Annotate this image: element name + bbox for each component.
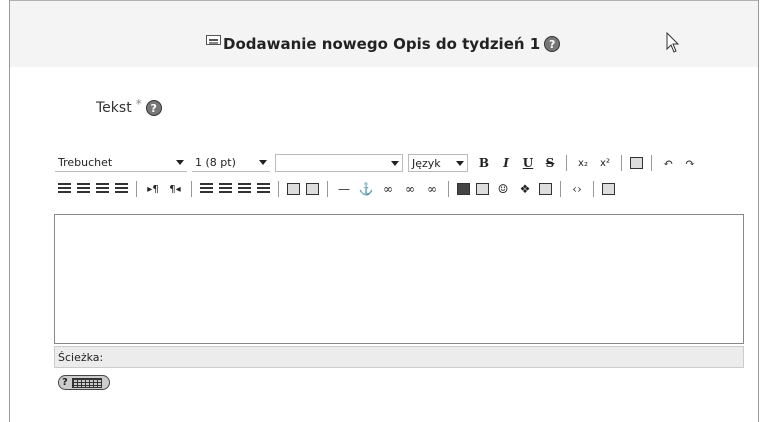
toolbar-separator	[448, 181, 449, 197]
font-family-value: Trebuchet	[58, 156, 113, 169]
toolbar-separator	[651, 155, 652, 171]
bg-color-icon[interactable]	[306, 183, 319, 195]
align-center-icon[interactable]	[77, 183, 90, 195]
chevron-down-icon	[391, 160, 399, 166]
toolbar-separator	[560, 181, 561, 197]
form-title-text: Dodawanie nowego Opis do tydzień 1	[223, 35, 541, 53]
superscript-button[interactable]: x²	[596, 153, 614, 173]
mouse-cursor-icon	[666, 32, 680, 53]
outdent-icon[interactable]	[238, 183, 251, 195]
image-icon[interactable]	[457, 183, 470, 195]
frame-right-border	[758, 0, 759, 422]
path-status-bar: Ścieżka:	[54, 346, 744, 368]
html-icon[interactable]: ‹›	[568, 179, 586, 199]
text-field-label: Tekst * ?	[96, 97, 162, 116]
undo-icon[interactable]: ↶	[659, 153, 677, 173]
subscript-button[interactable]: x₂	[574, 153, 592, 173]
bold-button[interactable]: B	[475, 153, 493, 173]
editor-toolbar-row-2: ▸¶ ¶◂ — ⚓ ∞ ∞ ∞ ☺ ❖ ‹›	[55, 176, 747, 202]
description-icon	[206, 35, 221, 45]
smiley-icon[interactable]: ☺	[494, 179, 512, 199]
keyboard-help-symbol: ?	[62, 377, 68, 388]
toolbar-separator	[327, 181, 328, 197]
justify-icon[interactable]	[115, 183, 128, 195]
indent-icon[interactable]	[257, 183, 270, 195]
font-size-value: 1 (8 pt)	[195, 156, 236, 169]
ltr-icon[interactable]: ▸¶	[144, 179, 162, 199]
align-left-icon[interactable]	[58, 183, 71, 195]
strikethrough-button[interactable]: S	[541, 153, 559, 173]
toolbar-separator	[593, 181, 594, 197]
italic-button[interactable]: I	[497, 153, 515, 173]
paste-word-icon[interactable]	[630, 157, 643, 169]
anchor-icon[interactable]: ⚓	[357, 179, 375, 199]
unlink-icon[interactable]: ∞	[401, 179, 419, 199]
hr-icon[interactable]: —	[335, 179, 353, 199]
field-help-icon[interactable]: ?	[145, 100, 162, 116]
underline-button[interactable]: U	[519, 153, 537, 173]
link-icon[interactable]: ∞	[379, 179, 397, 199]
editor-text-area[interactable]	[54, 214, 744, 344]
toolbar-separator	[191, 181, 192, 197]
keyboard-icon	[71, 377, 102, 388]
fullscreen-icon[interactable]	[602, 183, 615, 195]
header-band	[10, 1, 758, 67]
style-select[interactable]	[275, 154, 403, 172]
numbered-list-icon[interactable]	[200, 183, 213, 195]
rtl-icon[interactable]: ¶◂	[166, 179, 184, 199]
table-icon[interactable]	[476, 183, 489, 195]
align-right-icon[interactable]	[96, 183, 109, 195]
editor-toolbar-row-1: Trebuchet 1 (8 pt) Język B I U S x₂ x² ↶…	[55, 150, 747, 176]
chevron-down-icon	[259, 160, 267, 165]
emoticon-icon[interactable]: ❖	[516, 179, 534, 199]
help-icon[interactable]: ?	[544, 36, 561, 52]
required-marker: *	[135, 97, 142, 111]
redo-icon[interactable]: ↷	[681, 153, 699, 173]
toolbar-separator	[566, 155, 567, 171]
toolbar-separator	[621, 155, 622, 171]
language-select[interactable]: Język	[408, 154, 468, 172]
text-color-icon[interactable]	[287, 183, 300, 195]
language-value: Język	[412, 156, 441, 170]
bullet-list-icon[interactable]	[219, 183, 232, 195]
font-size-select[interactable]: 1 (8 pt)	[192, 154, 270, 172]
form-title: Dodawanie nowego Opis do tydzień 1 ?	[206, 35, 561, 53]
toolbar-separator	[136, 181, 137, 197]
nolink-icon[interactable]: ∞	[423, 179, 441, 199]
search-replace-icon[interactable]	[539, 183, 552, 195]
font-family-select[interactable]: Trebuchet	[55, 154, 187, 172]
keyboard-help-button[interactable]: ?	[58, 375, 110, 390]
chevron-down-icon	[176, 160, 184, 165]
chevron-down-icon	[456, 160, 464, 166]
toolbar-separator	[278, 181, 279, 197]
path-label: Ścieżka:	[58, 350, 104, 364]
text-label: Tekst	[96, 100, 132, 116]
